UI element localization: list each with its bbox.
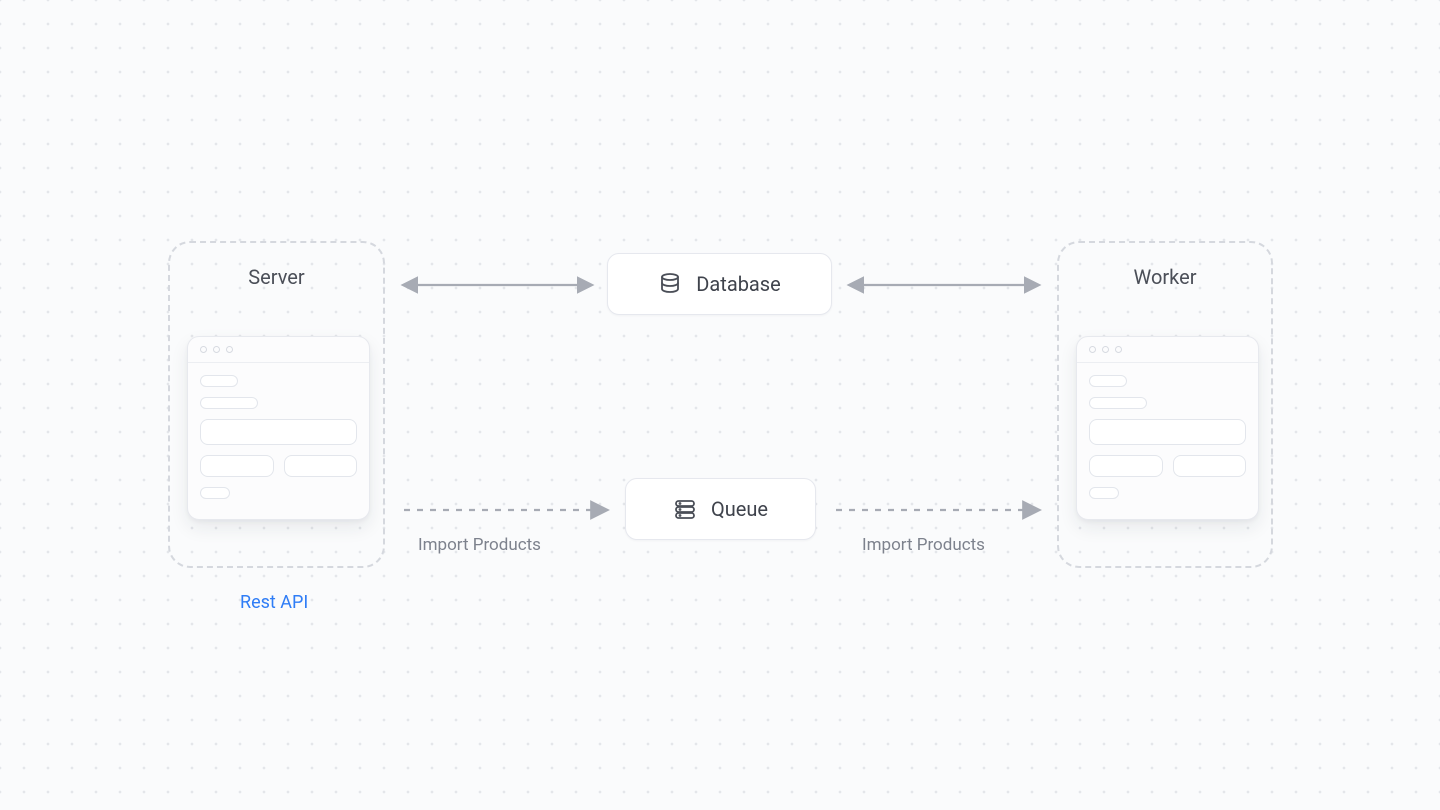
worker-group: Worker	[1057, 241, 1273, 568]
worker-title: Worker	[1059, 265, 1271, 289]
window-titlebar	[188, 337, 369, 363]
queue-icon	[673, 497, 697, 521]
server-sublabel-rest-api: Rest API	[240, 592, 308, 613]
queue-node: Queue	[625, 478, 816, 540]
worker-window-mock	[1076, 336, 1259, 520]
server-title: Server	[170, 265, 383, 289]
database-node: Database	[607, 253, 832, 315]
database-label: Database	[696, 272, 780, 296]
server-group: Server	[168, 241, 385, 568]
database-icon	[658, 272, 682, 296]
window-titlebar	[1077, 337, 1258, 363]
edge-label-queue-to-worker: Import Products	[862, 535, 985, 555]
edge-label-server-to-queue: Import Products	[418, 535, 541, 555]
server-window-mock	[187, 336, 370, 520]
queue-label: Queue	[711, 497, 768, 521]
diagram-canvas: Server Rest API Worker	[0, 0, 1440, 810]
